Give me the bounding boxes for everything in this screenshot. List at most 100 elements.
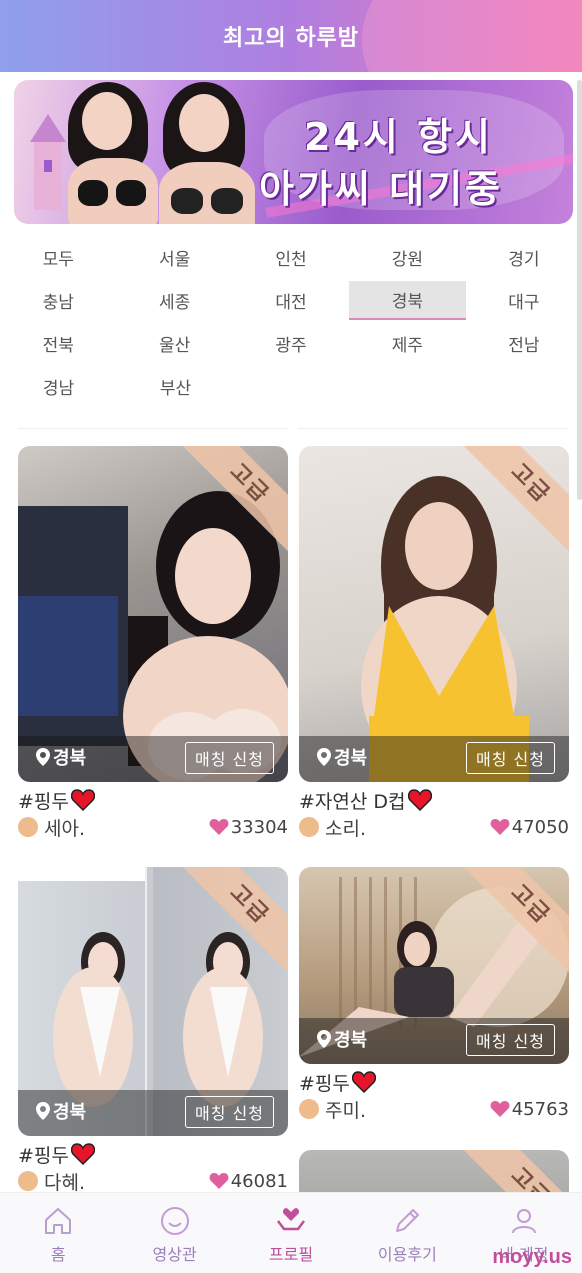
nav-label: 홈 (50, 1245, 66, 1264)
profile-tag-text: #자연산 D컵 (299, 790, 406, 813)
profile-name-text: 다혜. (44, 1171, 85, 1194)
region-option[interactable]: 경북 (349, 281, 466, 320)
location-label: 경북 (334, 1030, 368, 1051)
region-option[interactable]: 서울 (116, 236, 232, 279)
match-request-button[interactable]: 매칭 신청 (466, 1024, 555, 1056)
profile-photo[interactable]: 고급 경북 매칭 신청 (18, 446, 288, 782)
region-row: 충남 세종 대전 경북 대구 (0, 279, 582, 322)
profile-tag: #자연산 D컵 (299, 788, 569, 813)
location-pin-icon (36, 1102, 50, 1120)
status-dot (18, 1171, 38, 1191)
region-option[interactable]: 인천 (233, 236, 349, 279)
match-request-button[interactable]: 매칭 신청 (185, 1096, 274, 1128)
heart-icon (70, 1143, 95, 1165)
nav-label: 이용후기 (377, 1245, 437, 1264)
region-row: 전북 울산 광주 제주 전남 (0, 322, 582, 365)
location-pin-icon (317, 1030, 331, 1048)
status-dot (299, 1099, 319, 1119)
pencil-icon (396, 1209, 420, 1232)
location-label: 경북 (334, 748, 368, 769)
match-request-button[interactable]: 매칭 신청 (185, 742, 274, 774)
region-option[interactable]: 전남 (466, 322, 582, 365)
region-option[interactable]: 광주 (233, 322, 349, 365)
region-row: 경남 부산 (0, 365, 582, 408)
location-pin-icon (317, 748, 331, 766)
heart-icon (70, 789, 95, 811)
location-label: 경북 (53, 748, 87, 769)
profile-card[interactable]: 고급 경북 매칭 신청 #핑두 주미. 45763 (299, 867, 569, 1124)
profile-meta: 소리. 47050 (299, 812, 569, 842)
profile-tag: #핑두 (18, 788, 288, 813)
region-option[interactable]: 경기 (466, 236, 582, 279)
smile-icon (160, 1207, 189, 1235)
divider-left (18, 428, 288, 429)
like-count-text: 46081 (230, 1170, 288, 1192)
status-dot (299, 817, 319, 837)
like-heart-icon (490, 1101, 510, 1117)
nav-label: 영상관 (152, 1245, 197, 1264)
nav-home[interactable]: 홈 (0, 1193, 116, 1273)
profile-tag: #핑두 (299, 1070, 569, 1095)
profile-tag-text: #핑두 (18, 1144, 69, 1167)
profile-meta: 세아. 33304 (18, 812, 288, 842)
profile-photo[interactable]: 고급 경북 매칭 신청 (299, 446, 569, 782)
page-title: 최고의 하루밤 (222, 26, 360, 51)
profile-card[interactable]: 고급 경북 매칭 신청 #핑두 다혜. 46081 (18, 867, 288, 1196)
location-label: 경북 (53, 1102, 87, 1123)
nav-label: 프로필 (268, 1245, 314, 1264)
banner-headline-2: 아가씨 대기중 (259, 167, 503, 211)
region-option[interactable]: 제주 (349, 322, 465, 365)
region-option[interactable]: 충남 (0, 279, 116, 322)
profile-name-text: 주미. (325, 1099, 366, 1122)
user-icon (511, 1209, 536, 1234)
like-count[interactable]: 45763 (490, 1099, 569, 1120)
region-option[interactable]: 부산 (117, 365, 234, 408)
region-option[interactable]: 경남 (0, 365, 117, 408)
location: 경북 (36, 744, 86, 770)
scrollbar[interactable] (577, 80, 582, 500)
match-request-button[interactable]: 매칭 신청 (466, 742, 555, 774)
nav-videos[interactable]: 영상관 (116, 1193, 232, 1273)
region-option[interactable]: 전북 (0, 322, 116, 365)
divider-right (298, 428, 568, 429)
region-row: 모두 서울 인천 강원 경기 (0, 236, 582, 279)
profile-name-text: 소리. (325, 817, 366, 840)
profile-photo[interactable]: 고급 경북 매칭 신청 (18, 867, 288, 1136)
profile-card[interactable]: 고급 경북 매칭 신청 #핑두 세아. 33304 (18, 446, 288, 842)
profile-photo[interactable]: 고급 경북 매칭 신청 (299, 867, 569, 1064)
nav-profile[interactable]: 프로필 (233, 1193, 349, 1273)
profile-card[interactable]: 고급 경북 매칭 신청 #자연산 D컵 소리. 47050 (299, 446, 569, 842)
like-count-text: 33304 (230, 816, 288, 838)
app-header: 최고의 하루밤 (0, 0, 582, 72)
profile-name: 세아. (18, 814, 85, 841)
promo-banner[interactable]: 24시 항시 아가씨 대기중 (14, 80, 573, 224)
profile-name: 다혜. (18, 1168, 85, 1195)
region-option[interactable]: 대전 (233, 279, 349, 322)
banner-headline-1: 24시 항시 (304, 115, 493, 159)
like-heart-icon (209, 819, 229, 835)
like-count[interactable]: 47050 (490, 817, 569, 838)
banner-model-1 (54, 80, 164, 224)
nav-reviews[interactable]: 이용후기 (349, 1193, 465, 1273)
like-count[interactable]: 46081 (209, 1171, 288, 1192)
heart-icon (407, 789, 432, 811)
watermark: moyy.us (492, 1246, 572, 1268)
location: 경북 (36, 1098, 86, 1124)
like-count-text: 47050 (511, 816, 569, 838)
region-option[interactable]: 강원 (349, 236, 465, 279)
region-option[interactable]: 대구 (466, 279, 582, 322)
profile-name-text: 세아. (44, 817, 85, 840)
profile-name: 소리. (299, 814, 366, 841)
heart-hands-icon (276, 1208, 305, 1231)
region-option[interactable]: 울산 (116, 322, 232, 365)
location: 경북 (317, 744, 367, 770)
like-count[interactable]: 33304 (209, 817, 288, 838)
like-count-text: 45763 (511, 1098, 569, 1120)
profile-name: 주미. (299, 1096, 366, 1123)
banner-model-2 (149, 80, 264, 224)
region-filter: 모두 서울 인천 강원 경기 충남 세종 대전 경북 대구 전북 울산 광주 제주 전남 경남 부산 (0, 236, 582, 408)
region-option[interactable]: 모두 (0, 236, 116, 279)
profile-tag-text: #핑두 (18, 790, 69, 813)
region-option[interactable]: 세종 (116, 279, 232, 322)
like-heart-icon (209, 1173, 229, 1189)
